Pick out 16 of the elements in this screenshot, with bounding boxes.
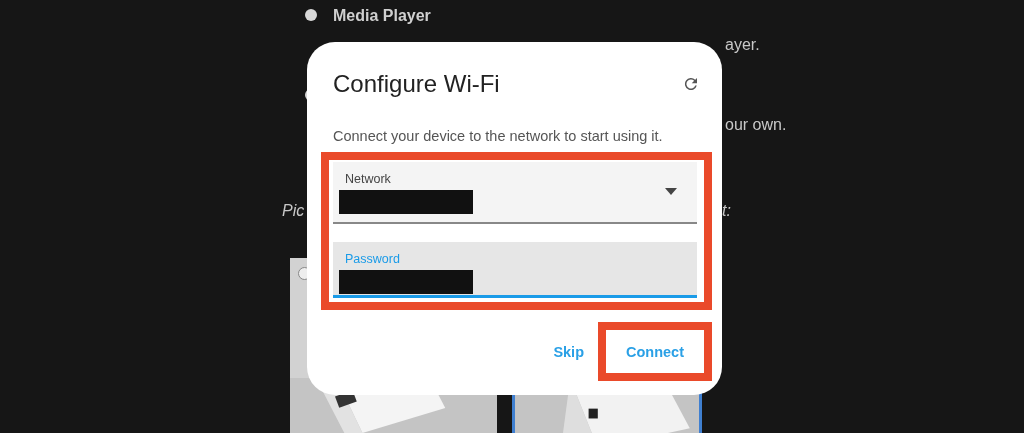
option-title: Media Player bbox=[333, 7, 431, 25]
option-description: our own. bbox=[725, 116, 787, 134]
skip-button[interactable]: Skip bbox=[543, 335, 594, 368]
prompt-text: t: bbox=[722, 202, 731, 220]
dialog-description: Connect your device to the network to start using it. bbox=[333, 128, 664, 144]
dialog-title: Configure Wi-Fi bbox=[333, 70, 500, 98]
option-description: ayer. bbox=[725, 36, 760, 54]
radio-dot[interactable] bbox=[305, 9, 317, 21]
prompt-text: Pic bbox=[282, 202, 305, 220]
refresh-icon[interactable] bbox=[682, 75, 700, 93]
connect-button[interactable]: Connect bbox=[616, 335, 694, 368]
caret-icon bbox=[665, 188, 677, 196]
network-dropdown[interactable]: Network bbox=[333, 162, 697, 224]
field-label: Password bbox=[345, 252, 400, 266]
password-field[interactable]: Password bbox=[333, 242, 697, 298]
field-label: Network bbox=[345, 172, 391, 186]
